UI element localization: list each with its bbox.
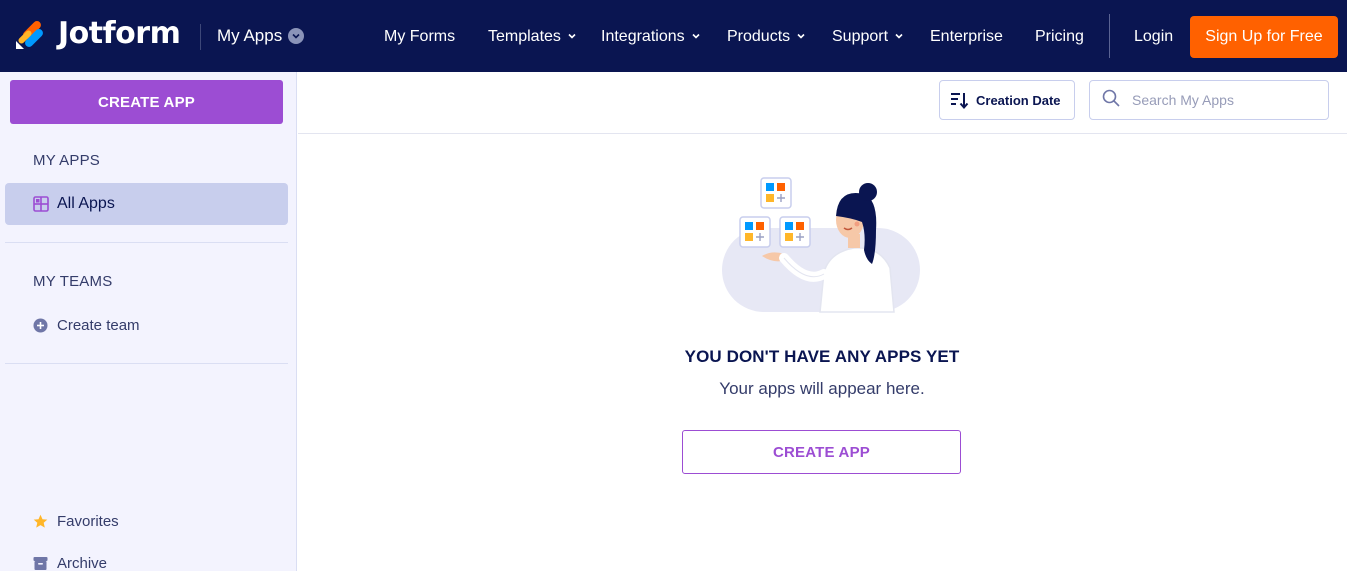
create-team-label: Create team [57,317,140,334]
sort-icon [949,90,969,110]
nav-pricing-label: Pricing [1035,28,1084,45]
my-apps-menu-label: My Apps [217,26,283,45]
chevron-down-icon [796,28,806,46]
nav-my-forms[interactable]: My Forms [384,28,455,46]
nav-products[interactable]: Products [727,28,806,46]
empty-state-subtitle: Your apps will appear here. [719,379,925,398]
login-link[interactable]: Login [1134,28,1173,46]
archive-icon [33,556,48,571]
sidebar-item-favorites-label: Favorites [57,513,119,530]
sort-label: Creation Date [976,92,1061,108]
plus-circle-icon [33,318,48,333]
nav-divider [200,24,201,50]
nav-support-label: Support [832,28,889,45]
sidebar-item-all-apps-label: All Apps [57,195,115,212]
toolbar: Creation Date [298,72,1347,134]
top-navigation-bar: Jotform My Apps My Forms Templates Integ… [0,0,1347,72]
sort-button[interactable]: Creation Date [939,80,1075,120]
nav-enterprise-label: Enterprise [930,28,1003,45]
app-tile-icon [760,177,792,209]
nav-products-label: Products [727,28,791,45]
sign-up-button[interactable]: Sign Up for Free [1190,16,1338,58]
my-apps-menu[interactable]: My Apps [217,26,305,46]
sidebar: CREATE APP MY APPS All Apps MY TEAMS Cre… [0,72,297,571]
sidebar-item-favorites[interactable]: Favorites [33,513,119,530]
jotform-logo-icon [14,17,48,51]
nav-support[interactable]: Support [832,28,904,46]
create-team-button[interactable]: Create team [33,317,140,334]
nav-integrations[interactable]: Integrations [601,28,701,46]
chevron-down-icon [691,28,701,46]
empty-state-create-app-button[interactable]: CREATE APP [682,430,961,474]
chevron-down-icon [567,28,577,46]
nav-integrations-label: Integrations [601,28,685,45]
sidebar-divider [5,363,288,364]
chevron-down-icon [288,28,305,44]
create-app-button[interactable]: CREATE APP [10,80,283,124]
jotform-logo[interactable]: Jotform [14,16,181,51]
nav-my-forms-label: My Forms [384,28,456,45]
apps-grid-icon [33,196,49,212]
star-icon [33,514,48,529]
login-label: Login [1134,28,1174,45]
my-teams-heading: MY TEAMS [33,273,113,290]
sidebar-item-archive-label: Archive [57,555,108,571]
search-box [1089,80,1329,120]
sidebar-divider [5,242,288,243]
brand-name: Jotform [58,16,181,51]
search-input[interactable] [1132,92,1322,108]
nav-templates[interactable]: Templates [488,28,577,46]
sidebar-item-all-apps[interactable]: All Apps [5,183,288,225]
sidebar-item-archive[interactable]: Archive [33,555,107,571]
empty-state-illustration [720,172,922,314]
nav-pricing[interactable]: Pricing [1035,28,1084,46]
chevron-down-icon [894,28,904,46]
nav-enterprise[interactable]: Enterprise [930,28,1003,46]
my-apps-heading: MY APPS [33,152,100,169]
nav-divider [1109,14,1110,58]
nav-templates-label: Templates [488,28,561,45]
empty-state-title: YOU DON'T HAVE ANY APPS YET [684,347,960,366]
search-icon [1102,89,1120,112]
